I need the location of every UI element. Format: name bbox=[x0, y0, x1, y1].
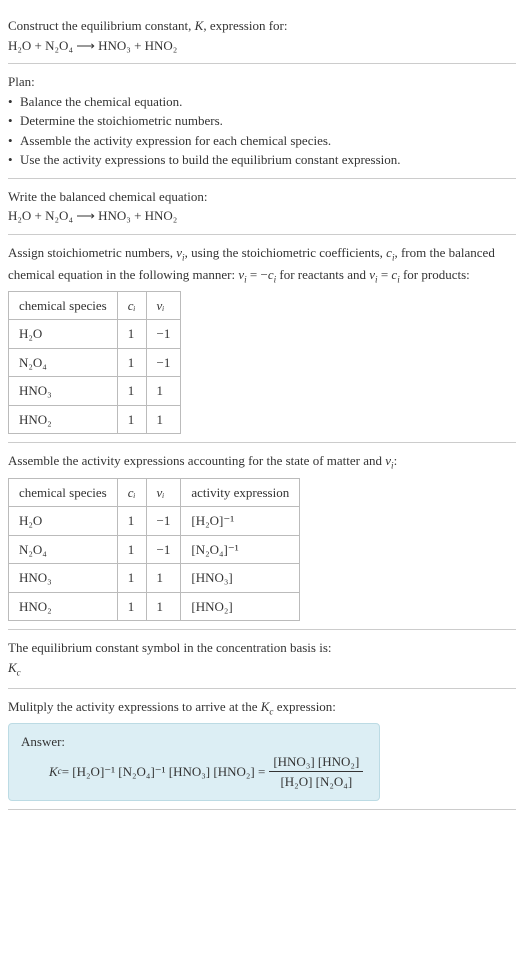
answer-eq: = [H₂O]⁻¹ [N₂O₄]⁻¹ [HNO₃] [HNO₂] = bbox=[62, 762, 266, 782]
plan-bullet-3: •Assemble the activity expression for ea… bbox=[8, 131, 516, 151]
balanced-title: Write the balanced chemical equation: bbox=[8, 187, 516, 207]
plan-title: Plan: bbox=[8, 72, 516, 92]
symbol-k: K bbox=[8, 660, 17, 675]
symbol-section: The equilibrium constant symbol in the c… bbox=[8, 630, 516, 689]
final-pend: expression: bbox=[273, 699, 335, 714]
stoich-text: Assign stoichiometric numbers, νi, using… bbox=[8, 243, 516, 287]
col-species: chemical species bbox=[9, 478, 118, 507]
cell-nui: 1 bbox=[146, 405, 181, 434]
cell-ci: 1 bbox=[117, 507, 146, 536]
table-row: HNO₂11[HNO₂] bbox=[9, 592, 300, 621]
cell-ci: 1 bbox=[117, 348, 146, 377]
answer-k: K bbox=[49, 762, 58, 782]
symbol-text: The equilibrium constant symbol in the c… bbox=[8, 638, 516, 658]
plan-text-3: Assemble the activity expression for eac… bbox=[20, 131, 331, 151]
cell-species: HNO₃ bbox=[9, 564, 118, 593]
cell-activity: [HNO₃] bbox=[181, 564, 300, 593]
activity-section: Assemble the activity expressions accoun… bbox=[8, 443, 516, 630]
symbol-kc: Kc bbox=[8, 658, 516, 680]
cell-nui: −1 bbox=[146, 507, 181, 536]
intro-section: Construct the equilibrium constant, K, e… bbox=[8, 8, 516, 64]
col-species: chemical species bbox=[9, 291, 118, 320]
cell-species: HNO₃ bbox=[9, 377, 118, 406]
table-header-row: chemical species cᵢ νᵢ activity expressi… bbox=[9, 478, 300, 507]
cell-nui: 1 bbox=[146, 377, 181, 406]
stoich-p1: Assign stoichiometric numbers, bbox=[8, 245, 176, 260]
table-row: HNO₂11 bbox=[9, 405, 181, 434]
table-row: HNO₃11 bbox=[9, 377, 181, 406]
table-row: H₂O1−1[H₂O]⁻¹ bbox=[9, 507, 300, 536]
answer-expression: Kc = [H₂O]⁻¹ [N₂O₄]⁻¹ [HNO₃] [HNO₂] = [H… bbox=[21, 752, 367, 792]
answer-label: Answer: bbox=[21, 732, 367, 752]
plan-text-4: Use the activity expressions to build th… bbox=[20, 150, 401, 170]
table-row: N₂O₄1−1[N₂O₄]⁻¹ bbox=[9, 535, 300, 564]
answer-box: Answer: Kc = [H₂O]⁻¹ [N₂O₄]⁻¹ [HNO₃] [HN… bbox=[8, 723, 380, 801]
cell-nui: 1 bbox=[146, 592, 181, 621]
cell-nui: −1 bbox=[146, 320, 181, 349]
activity-text: Assemble the activity expressions accoun… bbox=[8, 451, 516, 473]
intro-equation: H₂O + N₂O₄ ⟶ HNO₃ + HNO₂ bbox=[8, 36, 516, 56]
table-row: HNO₃11[HNO₃] bbox=[9, 564, 300, 593]
bullet-icon: • bbox=[8, 131, 20, 151]
balanced-section: Write the balanced chemical equation: H₂… bbox=[8, 179, 516, 235]
bullet-icon: • bbox=[8, 111, 20, 131]
final-p: Mulitply the activity expressions to arr… bbox=[8, 699, 261, 714]
cell-activity: [H₂O]⁻¹ bbox=[181, 507, 300, 536]
stoich-p4: for reactants and bbox=[276, 267, 369, 282]
stoich-table: chemical species cᵢ νᵢ H₂O1−1 N₂O₄1−1 HN… bbox=[8, 291, 181, 435]
cell-ci: 1 bbox=[117, 564, 146, 593]
balanced-equation: H₂O + N₂O₄ ⟶ HNO₃ + HNO₂ bbox=[8, 206, 516, 226]
rel2-eq: = bbox=[378, 267, 392, 282]
answer-fraction: [HNO₃] [HNO₂] [H₂O] [N₂O₄] bbox=[269, 752, 363, 792]
plan-bullet-4: •Use the activity expressions to build t… bbox=[8, 150, 516, 170]
stoich-p5: for products: bbox=[400, 267, 470, 282]
intro-text-1: Construct the equilibrium constant, bbox=[8, 18, 195, 33]
cell-activity: [N₂O₄]⁻¹ bbox=[181, 535, 300, 564]
stoich-section: Assign stoichiometric numbers, νi, using… bbox=[8, 235, 516, 444]
stoich-p2: , using the stoichiometric coefficients, bbox=[185, 245, 387, 260]
cell-species: N₂O₄ bbox=[9, 348, 118, 377]
bullet-icon: • bbox=[8, 92, 20, 112]
cell-ci: 1 bbox=[117, 405, 146, 434]
cell-ci: 1 bbox=[117, 535, 146, 564]
answer-denominator: [H₂O] [N₂O₄] bbox=[269, 772, 363, 792]
cell-ci: 1 bbox=[117, 592, 146, 621]
cell-ci: 1 bbox=[117, 377, 146, 406]
table-row: N₂O₄1−1 bbox=[9, 348, 181, 377]
activity-pend: : bbox=[394, 453, 398, 468]
table-row: H₂O1−1 bbox=[9, 320, 181, 349]
cell-species: H₂O bbox=[9, 507, 118, 536]
symbol-c: c bbox=[17, 667, 21, 677]
plan-section: Plan: •Balance the chemical equation. •D… bbox=[8, 64, 516, 179]
intro-line: Construct the equilibrium constant, K, e… bbox=[8, 16, 516, 36]
plan-text-2: Determine the stoichiometric numbers. bbox=[20, 111, 223, 131]
bullet-icon: • bbox=[8, 150, 20, 170]
intro-text-2: , expression for: bbox=[203, 18, 287, 33]
col-nui: νᵢ bbox=[146, 478, 181, 507]
final-text: Mulitply the activity expressions to arr… bbox=[8, 697, 516, 719]
table-header-row: chemical species cᵢ νᵢ bbox=[9, 291, 181, 320]
plan-bullet-1: •Balance the chemical equation. bbox=[8, 92, 516, 112]
cell-species: HNO₂ bbox=[9, 592, 118, 621]
cell-species: H₂O bbox=[9, 320, 118, 349]
plan-text-1: Balance the chemical equation. bbox=[20, 92, 182, 112]
cell-ci: 1 bbox=[117, 320, 146, 349]
col-activity: activity expression bbox=[181, 478, 300, 507]
cell-nui: −1 bbox=[146, 535, 181, 564]
answer-numerator: [HNO₃] [HNO₂] bbox=[269, 752, 363, 773]
cell-nui: −1 bbox=[146, 348, 181, 377]
cell-species: N₂O₄ bbox=[9, 535, 118, 564]
plan-bullet-2: •Determine the stoichiometric numbers. bbox=[8, 111, 516, 131]
cell-nui: 1 bbox=[146, 564, 181, 593]
cell-species: HNO₂ bbox=[9, 405, 118, 434]
activity-table: chemical species cᵢ νᵢ activity expressi… bbox=[8, 478, 300, 622]
rel1-eq: = − bbox=[247, 267, 268, 282]
cell-activity: [HNO₂] bbox=[181, 592, 300, 621]
activity-p: Assemble the activity expressions accoun… bbox=[8, 453, 385, 468]
col-ci: cᵢ bbox=[117, 291, 146, 320]
final-section: Mulitply the activity expressions to arr… bbox=[8, 689, 516, 810]
col-nui: νᵢ bbox=[146, 291, 181, 320]
col-ci: cᵢ bbox=[117, 478, 146, 507]
